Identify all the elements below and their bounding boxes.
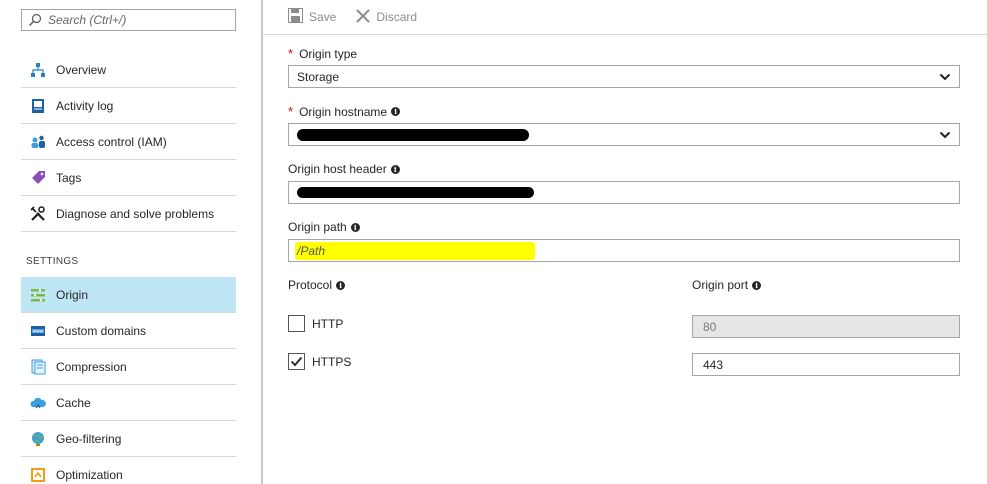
checkmark-icon (290, 356, 303, 367)
origin-path-label-text: Origin path (288, 220, 347, 234)
tag-icon (29, 169, 47, 187)
activity-log-icon (29, 97, 47, 115)
discard-label: Discard (376, 10, 418, 24)
sidebar-item-label: Tags (56, 170, 82, 185)
sidebar-item-optimization[interactable]: Optimization (21, 457, 236, 484)
sidebar-item-label: Activity log (56, 98, 114, 113)
discard-button[interactable]: Discard (356, 8, 418, 26)
origin-type-label-text: Origin type (299, 46, 358, 61)
info-icon[interactable]: i (336, 280, 346, 290)
search-icon (22, 10, 48, 30)
sidebar-item-tags[interactable]: Tags (21, 160, 236, 196)
required-marker: * (288, 104, 294, 119)
origin-path-input[interactable]: /Path (288, 239, 960, 262)
command-bar: Save Discard (263, 0, 987, 35)
sidebar-item-compression[interactable]: Compression (21, 349, 236, 385)
wrench-icon (29, 205, 47, 223)
info-icon[interactable]: i (752, 280, 762, 290)
panel-divider (261, 0, 263, 484)
origin-icon (29, 286, 47, 304)
required-marker: * (288, 46, 294, 61)
sidebar-item-label: Custom domains (56, 323, 147, 338)
origin-host-header-label: Origin host header i (288, 162, 400, 176)
origin-host-header-input[interactable] (288, 181, 960, 204)
custom-domains-icon: www (29, 322, 47, 340)
save-button[interactable]: Save (288, 8, 336, 26)
chevron-down-icon (939, 71, 951, 86)
access-control-icon (29, 133, 47, 151)
sidebar-item-cache[interactable]: Cache (21, 385, 236, 421)
sidebar-item-label: Overview (56, 62, 107, 77)
sidebar-item-label: Optimization (56, 467, 123, 482)
sidebar-item-label: Access control (IAM) (56, 134, 167, 149)
globe-icon (29, 430, 47, 448)
sidebar-item-custom-domains[interactable]: www Custom domains (21, 313, 236, 349)
sidebar-item-geo-filtering[interactable]: Geo-filtering (21, 421, 236, 457)
origin-type-label: * Origin type (288, 46, 357, 61)
origin-hostname-label-text: Origin hostname (299, 104, 388, 119)
save-icon (288, 8, 303, 26)
sidebar-item-label: Origin (56, 287, 89, 302)
sidebar-nav: Overview Activity log Access control (IA… (21, 52, 236, 484)
protocol-label: Protocol i (288, 278, 346, 292)
https-port-input[interactable]: 443 (692, 353, 960, 376)
info-icon[interactable]: i (390, 164, 400, 174)
cache-icon (29, 394, 47, 412)
origin-type-value: Storage (297, 69, 340, 84)
http-port-input: 80 (692, 315, 960, 338)
compression-icon (29, 358, 47, 376)
sidebar-item-label: Compression (56, 359, 127, 374)
origin-port-label: Origin port i (692, 278, 762, 292)
info-icon[interactable]: i (350, 222, 360, 232)
svg-text:www: www (33, 328, 44, 333)
https-label: HTTPS (312, 355, 352, 369)
sidebar: Search (Ctrl+/) Overview Activity log Ac… (0, 0, 252, 484)
sidebar-item-activity-log[interactable]: Activity log (21, 88, 236, 124)
origin-hostname-label: * Origin hostname i (288, 104, 401, 119)
origin-type-select[interactable]: Storage (288, 65, 960, 88)
origin-path-value: /Path (297, 243, 326, 258)
save-label: Save (309, 10, 337, 24)
origin-path-label: Origin path i (288, 220, 360, 234)
sidebar-item-origin[interactable]: Origin (21, 277, 236, 313)
http-label: HTTP (312, 317, 344, 331)
highlight-mark (295, 242, 535, 260)
sidebar-item-diagnose[interactable]: Diagnose and solve problems (21, 196, 236, 232)
sidebar-item-overview[interactable]: Overview (21, 52, 236, 88)
origin-port-label-text: Origin port (692, 278, 749, 292)
search-box[interactable]: Search (Ctrl+/) (21, 9, 236, 31)
sidebar-item-label: Geo-filtering (56, 431, 122, 446)
origin-host-header-label-text: Origin host header (288, 162, 387, 176)
sidebar-item-label: Cache (56, 395, 91, 410)
settings-section-label: SETTINGS (26, 256, 79, 267)
close-icon (356, 8, 371, 26)
redacted-value (297, 187, 534, 198)
info-icon[interactable]: i (391, 107, 401, 116)
https-checkbox[interactable] (288, 353, 305, 370)
sidebar-item-access-control[interactable]: Access control (IAM) (21, 124, 236, 160)
chevron-down-icon (939, 129, 951, 144)
search-placeholder: Search (Ctrl+/) (48, 13, 127, 27)
redacted-value (297, 129, 529, 141)
overview-icon (29, 61, 47, 79)
http-checkbox[interactable] (288, 315, 305, 332)
optimization-icon (29, 466, 47, 484)
protocol-label-text: Protocol (288, 278, 333, 292)
sidebar-item-label: Diagnose and solve problems (56, 206, 215, 221)
origin-hostname-select[interactable] (288, 123, 960, 146)
